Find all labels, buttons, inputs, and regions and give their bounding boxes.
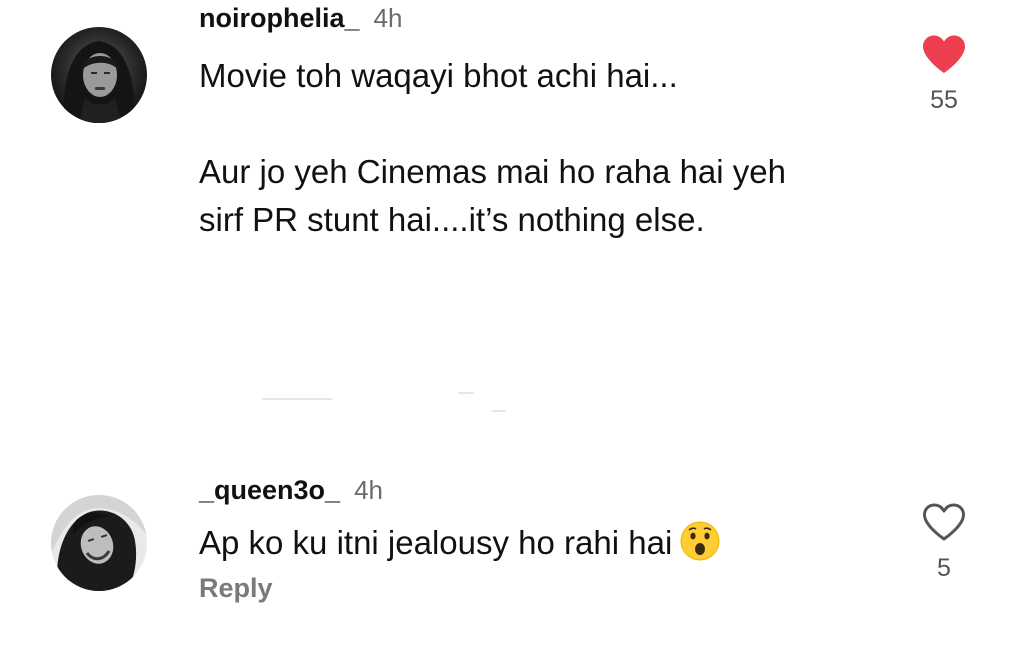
comment-text-row: Ap ko ku itni jealousy ho rahi hai — [199, 519, 839, 567]
divider — [492, 410, 506, 412]
heart-outline-icon — [923, 503, 965, 541]
avatar[interactable] — [51, 495, 147, 591]
username[interactable]: noirophelia_ — [199, 3, 360, 34]
like-button[interactable]: 55 — [912, 34, 976, 115]
timestamp: 4h — [373, 3, 403, 33]
like-count: 5 — [937, 554, 951, 582]
comment-item: noirophelia_ 4h Movie toh waqayi bhot ac… — [0, 0, 1024, 400]
reply-button[interactable]: Reply — [199, 573, 273, 604]
divider — [262, 398, 332, 400]
avatar[interactable] — [51, 27, 147, 123]
avatar-photo-icon — [51, 495, 147, 591]
comment-meta: _queen3o_ 4h — [199, 475, 383, 506]
comment-text: Ap ko ku itni jealousy ho rahi hai — [199, 524, 673, 561]
divider — [458, 392, 474, 394]
like-button[interactable]: 5 — [912, 502, 976, 583]
like-count: 55 — [930, 86, 958, 114]
comment-item: _queen3o_ 4h Ap ko ku itni jealousy ho r… — [0, 470, 1024, 665]
heart-filled-icon — [923, 35, 965, 73]
username[interactable]: _queen3o_ — [199, 475, 340, 506]
comments-panel: noirophelia_ 4h Movie toh waqayi bhot ac… — [0, 0, 1024, 665]
avatar-photo-icon — [51, 27, 147, 123]
comment-meta: noirophelia_ 4h — [199, 3, 402, 34]
astonished-face-emoji-icon — [680, 521, 720, 561]
comment-text: Movie toh waqayi bhot achi hai... Aur jo… — [199, 57, 786, 238]
timestamp: 4h — [354, 475, 383, 505]
